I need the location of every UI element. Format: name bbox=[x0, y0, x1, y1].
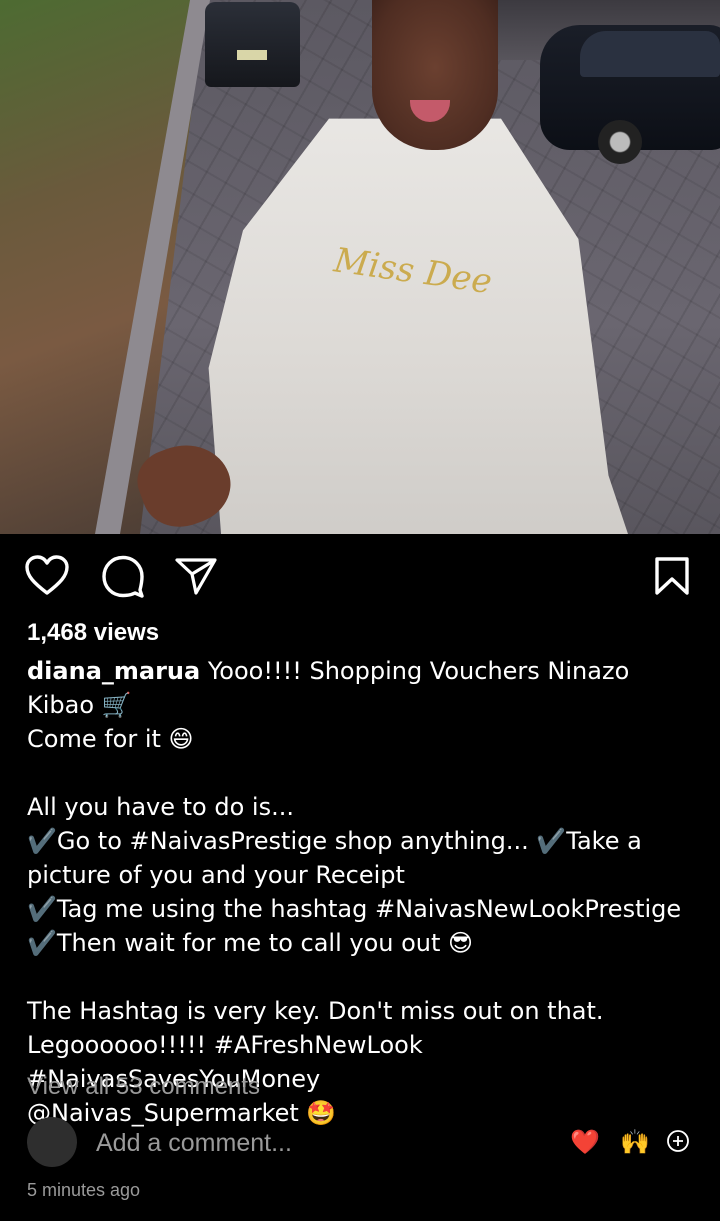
quick-emoji-heart[interactable]: ❤️ bbox=[570, 1127, 600, 1157]
caption-username[interactable]: diana_marua bbox=[27, 657, 200, 685]
view-all-comments-link[interactable]: View all 53 comments bbox=[27, 1071, 260, 1103]
caption-text: Yooo!!!! Shopping Vouchers Ninazo Kibao … bbox=[27, 657, 682, 1127]
view-count[interactable]: 1,468 views bbox=[27, 618, 159, 648]
car-wheel bbox=[598, 120, 642, 164]
person-head bbox=[372, 0, 498, 150]
license-plate bbox=[237, 50, 267, 60]
paper-plane-icon[interactable] bbox=[174, 556, 218, 596]
car-window bbox=[580, 31, 720, 77]
post-caption: diana_marua Yooo!!!! Shopping Vouchers N… bbox=[27, 654, 697, 1130]
add-comment-input[interactable]: Add a comment... bbox=[96, 1128, 292, 1158]
parked-car-back bbox=[205, 2, 300, 87]
post-video[interactable]: Miss Dee bbox=[0, 0, 720, 534]
comment-bubble-icon[interactable] bbox=[100, 554, 146, 598]
heart-outline-icon[interactable] bbox=[24, 554, 70, 596]
add-comment-row: Add a comment... ❤️ 🙌 bbox=[0, 1117, 720, 1171]
post-timestamp: 5 minutes ago bbox=[27, 1180, 141, 1200]
quick-emoji-raised-hands[interactable]: 🙌 bbox=[620, 1127, 650, 1157]
bookmark-outline-icon[interactable] bbox=[654, 556, 690, 596]
avatar bbox=[27, 1117, 77, 1167]
plus-circle-icon[interactable] bbox=[666, 1129, 690, 1153]
parked-car-right bbox=[540, 25, 720, 164]
